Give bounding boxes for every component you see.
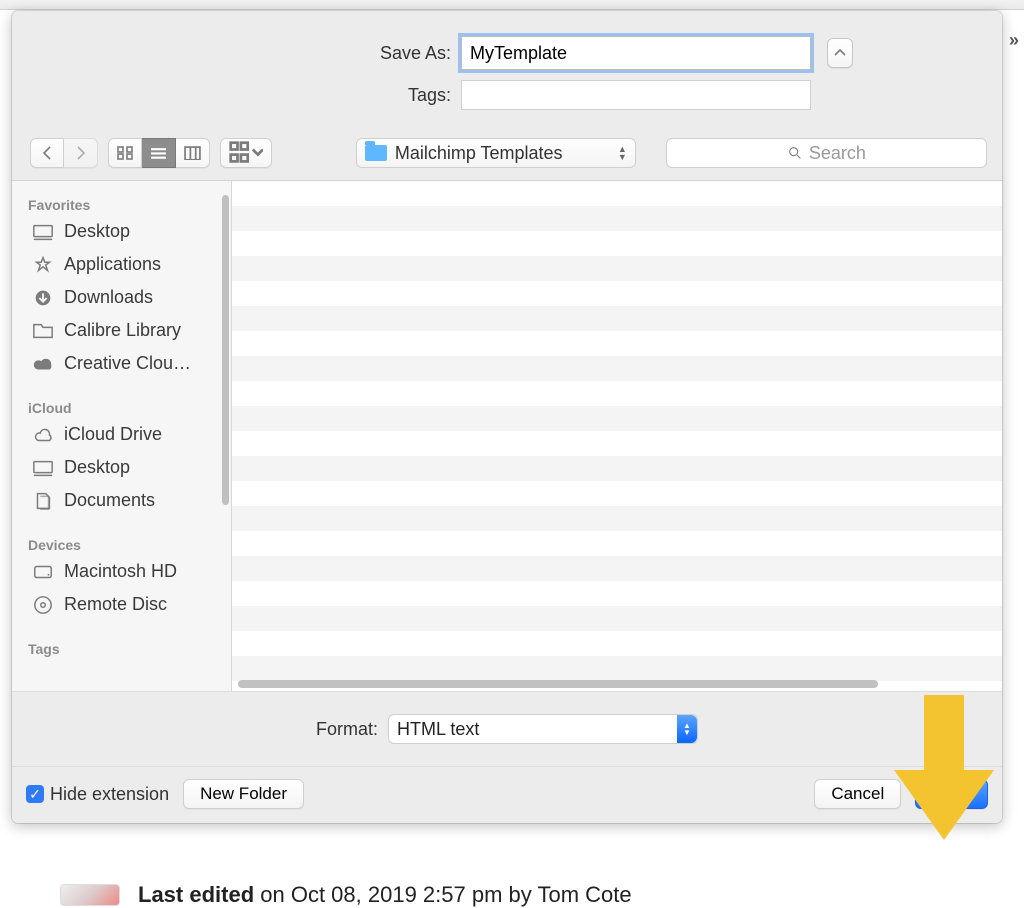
sidebar-scrollbar[interactable] [222,195,229,505]
forward-button[interactable] [64,138,98,168]
downloads-icon [32,288,54,308]
tags-input[interactable] [461,80,811,110]
collapse-sheet-button[interactable] [827,38,853,68]
applications-icon [32,255,54,275]
toolbar: Mailchimp Templates ▲▼ Search [12,128,1002,180]
horizontal-scrollbar[interactable] [232,677,1002,691]
sidebar-item-label: Creative Clou… [64,353,191,374]
sidebar-heading-icloud: iCloud [12,394,231,418]
format-bar: Format: HTML text ▲▼ [12,691,1002,767]
sidebar-item-label: Macintosh HD [64,561,177,582]
sidebar-item-label: Desktop [64,457,130,478]
sidebar-item-icloud-desktop[interactable]: Desktop [12,451,231,484]
view-columns-button[interactable] [176,138,210,168]
sidebar-heading-favorites: Favorites [12,191,231,215]
view-mode-segment [108,138,210,168]
last-edited-label: Last edited [138,882,254,907]
location-popup-button[interactable]: Mailchimp Templates ▲▼ [356,138,636,168]
desktop-icon [32,458,54,478]
hdd-icon [32,562,54,582]
tags-label: Tags: [161,85,451,106]
sidebar-item-label: Remote Disc [64,594,167,615]
sidebar-item-creative-cloud[interactable]: Creative Clou… [12,347,231,380]
save-button[interactable]: Save [915,779,988,809]
save-sheet: Save As: Tags: [12,11,1002,823]
group-by-button[interactable] [220,138,272,168]
sidebar-item-label: Applications [64,254,161,275]
sidebar-heading-devices: Devices [12,531,231,555]
last-edited-text: on Oct 08, 2019 2:57 pm by Tom Cote [254,882,631,907]
save-as-label: Save As: [161,43,451,64]
search-field[interactable]: Search [666,138,987,168]
search-icon [787,145,803,161]
sidebar-heading-tags: Tags [12,635,231,659]
sidebar-item-label: Calibre Library [64,320,181,341]
chevron-updown-icon: ▲▼ [677,715,697,743]
file-listing[interactable] [232,181,1002,691]
back-button[interactable] [30,138,64,168]
sidebar-item-desktop[interactable]: Desktop [12,215,231,248]
format-select[interactable]: HTML text ▲▼ [388,714,698,744]
thumbnail-icon [60,884,120,906]
sidebar-item-macintosh-hd[interactable]: Macintosh HD [12,555,231,588]
view-icons-button[interactable] [108,138,142,168]
nav-back-forward [30,138,98,168]
folder-icon [365,145,387,161]
sidebar-item-label: iCloud Drive [64,424,162,445]
documents-icon [32,491,54,511]
creative-cloud-icon [32,354,54,374]
sidebar-item-label: Documents [64,490,155,511]
view-list-button[interactable] [142,138,176,168]
desktop-icon [32,222,54,242]
format-label: Format: [316,719,378,740]
button-bar: ✓ Hide extension New Folder Cancel Save [12,767,1002,823]
search-placeholder: Search [809,143,866,164]
location-label: Mailchimp Templates [395,143,610,164]
format-value: HTML text [397,719,479,740]
sidebar-item-downloads[interactable]: Downloads [12,281,231,314]
folder-icon [32,321,54,341]
sidebar-item-applications[interactable]: Applications [12,248,231,281]
cancel-button[interactable]: Cancel [814,779,901,809]
cloud-icon [32,425,54,445]
hide-extension-checkbox[interactable]: ✓ Hide extension [26,784,169,805]
behind-last-edited: Last edited on Oct 08, 2019 2:57 pm by T… [60,882,632,908]
disc-icon [32,595,54,615]
sidebar-item-label: Downloads [64,287,153,308]
overflow-glyph: » [1009,30,1019,51]
sidebar[interactable]: Favorites Desktop Applications Downloads… [12,181,232,691]
sidebar-item-label: Desktop [64,221,130,242]
sidebar-item-remote-disc[interactable]: Remote Disc [12,588,231,621]
new-folder-button[interactable]: New Folder [183,779,304,809]
stepper-icon: ▲▼ [618,145,627,161]
checkmark-icon: ✓ [26,785,44,803]
save-as-input[interactable] [461,36,811,70]
sidebar-item-icloud-drive[interactable]: iCloud Drive [12,418,231,451]
sidebar-item-calibre[interactable]: Calibre Library [12,314,231,347]
hide-extension-label: Hide extension [50,784,169,805]
sidebar-item-documents[interactable]: Documents [12,484,231,517]
